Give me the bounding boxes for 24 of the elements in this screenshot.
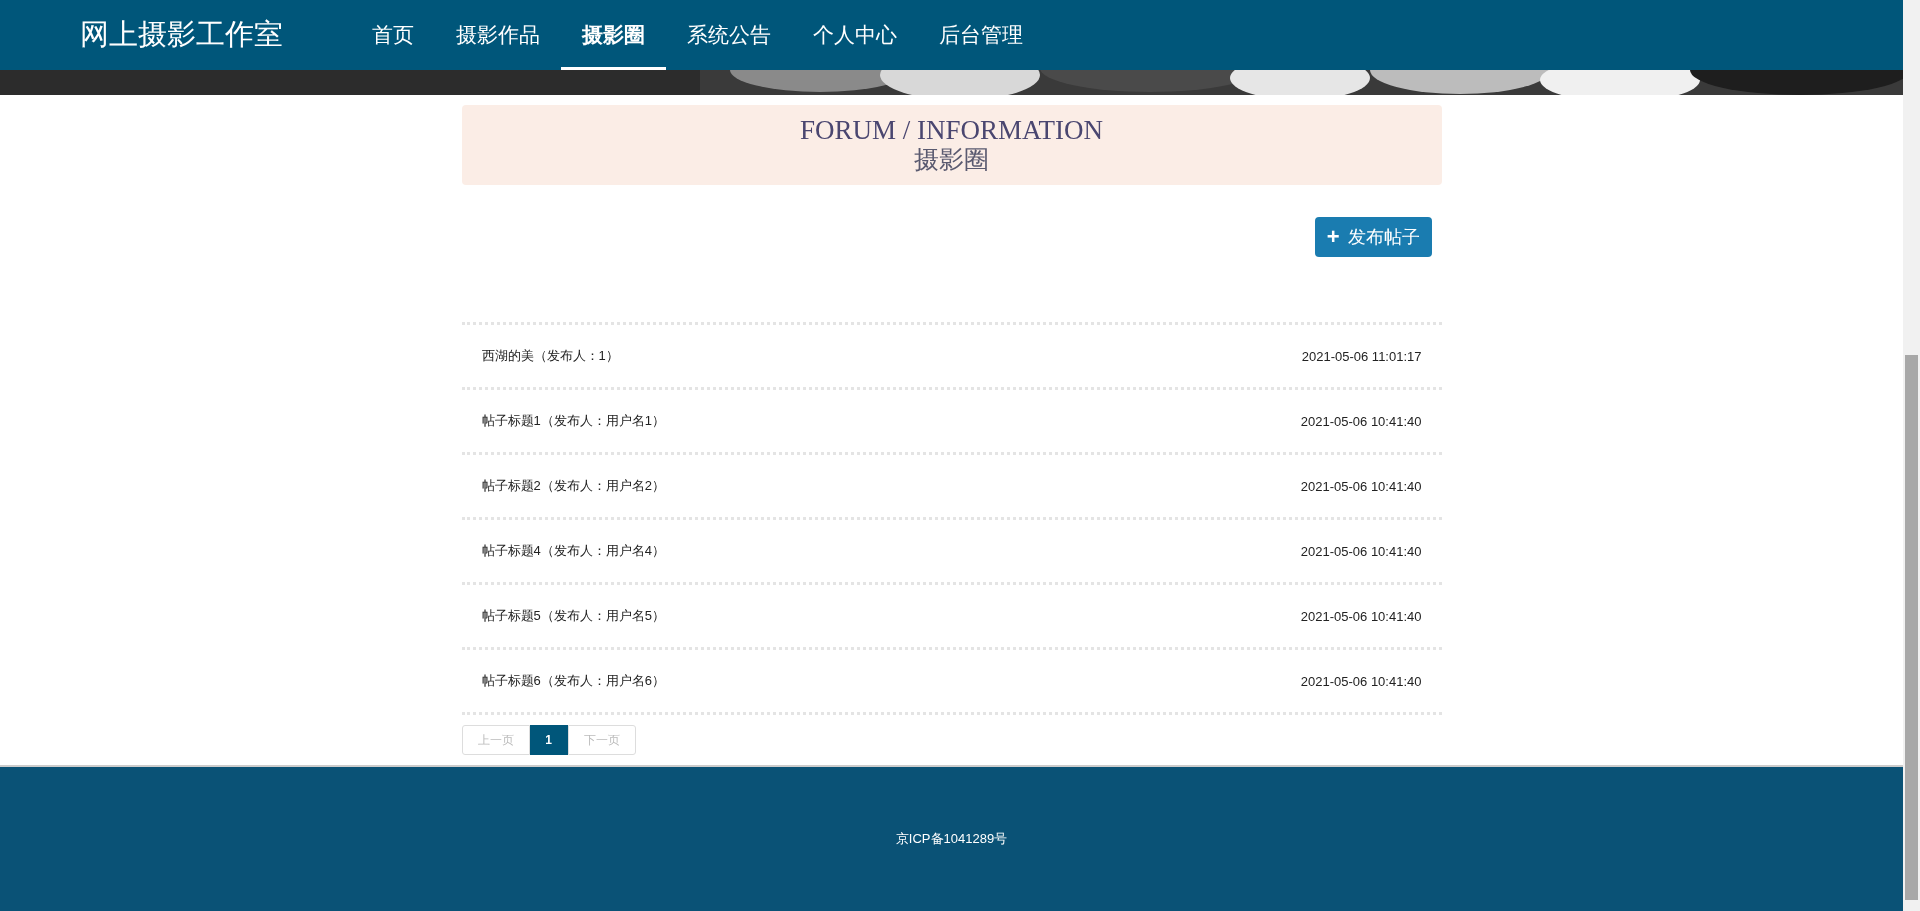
post-title-link[interactable]: 帖子标题2（发布人：用户名2） (481, 477, 665, 495)
post-title-link[interactable]: 帖子标题6（发布人：用户名6） (481, 672, 665, 690)
section-subtitle: 摄影圈 (914, 145, 989, 175)
nav-link[interactable]: 后台管理 (918, 0, 1044, 70)
post-time: 2021-05-06 10:41:40 (1300, 543, 1422, 559)
post-title-link[interactable]: 帖子标题4（发布人：用户名4） (481, 542, 665, 560)
post-time: 2021-05-06 10:41:40 (1300, 673, 1422, 689)
post-title-link[interactable]: 帖子标题5（发布人：用户名5） (481, 607, 665, 625)
new-post-button[interactable]: + 发布帖子 (1314, 217, 1432, 257)
post-title-link[interactable]: 帖子标题1（发布人：用户名1） (481, 412, 665, 430)
post-title-link[interactable]: 西湖的美（发布人：1） (481, 347, 619, 365)
footer-text: 京ICP备1041289号 (895, 830, 1008, 848)
post-time: 2021-05-06 10:41:40 (1300, 478, 1422, 494)
nav-link[interactable]: 个人中心 (792, 0, 918, 70)
post-time: 2021-05-06 11:01:17 (1301, 348, 1422, 364)
section-title: FORUM / INFORMATION (799, 115, 1103, 145)
nav-link[interactable]: 首页 (351, 0, 435, 70)
nav-link[interactable]: 系统公告 (666, 0, 792, 70)
site-logo[interactable]: 网上摄影工作室 (80, 15, 283, 55)
nav-link[interactable]: 摄影作品 (435, 0, 561, 70)
post-time: 2021-05-06 10:41:40 (1300, 608, 1422, 624)
post-time: 2021-05-06 10:41:40 (1300, 413, 1422, 429)
page-button[interactable]: 1 (529, 725, 568, 755)
scrollbar[interactable] (1903, 0, 1920, 911)
